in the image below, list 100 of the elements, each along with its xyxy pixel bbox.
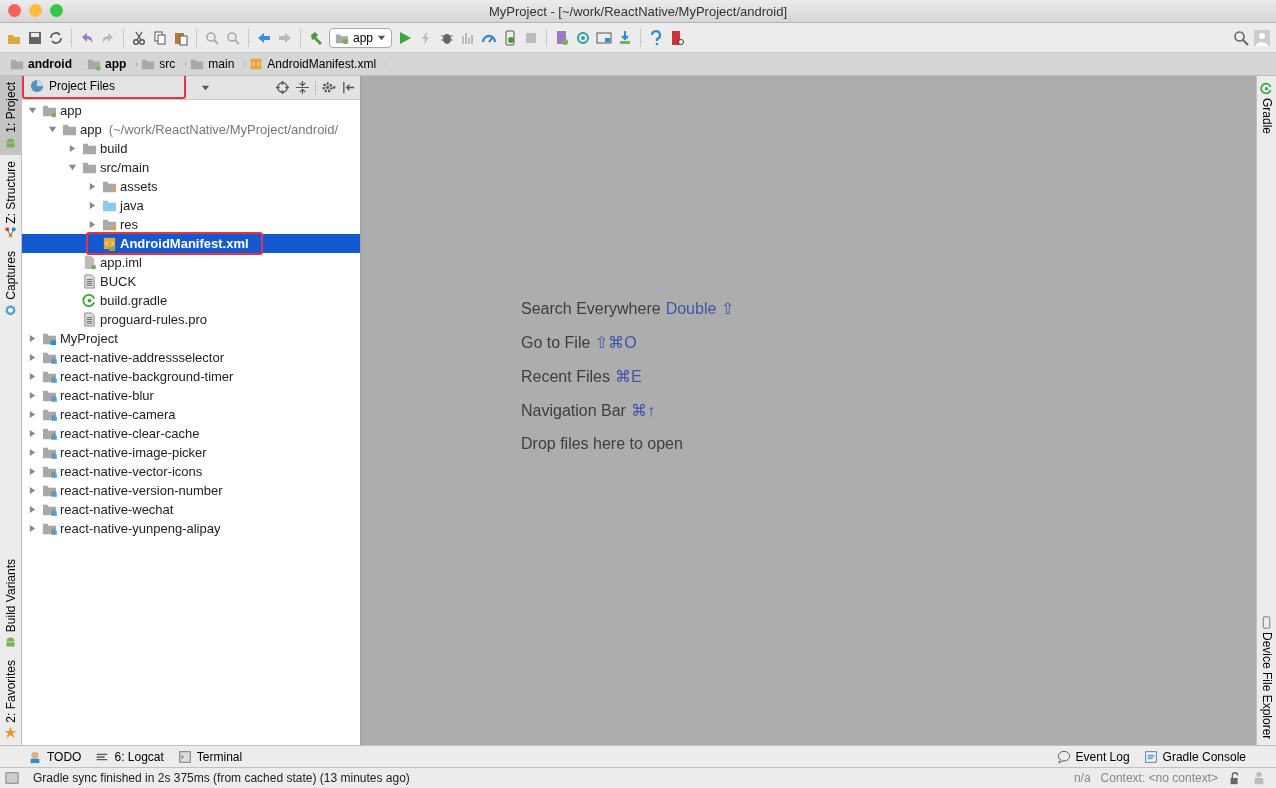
breadcrumb[interactable]: src bbox=[137, 53, 187, 75]
tree-row[interactable]: app.iml bbox=[22, 253, 360, 272]
layout-icon[interactable] bbox=[596, 29, 613, 46]
hammer-icon[interactable] bbox=[308, 29, 324, 46]
tree-row[interactable]: BUCK bbox=[22, 272, 360, 291]
xml-file-icon bbox=[102, 236, 117, 251]
editor-hint: Navigation Bar ⌘↑ bbox=[521, 400, 656, 420]
tool-window-tab[interactable]: Terminal bbox=[177, 749, 243, 764]
copy-icon[interactable] bbox=[152, 29, 168, 46]
tool-window-tab[interactable]: Gradle bbox=[1257, 76, 1276, 141]
cut-icon[interactable] bbox=[131, 29, 147, 46]
tree-row[interactable]: react-native-vector-icons bbox=[22, 462, 360, 481]
file-icon bbox=[82, 312, 97, 327]
tree-row[interactable]: AndroidManifest.xml bbox=[22, 234, 360, 253]
expand-arrow-icon[interactable] bbox=[28, 391, 37, 400]
tree-row[interactable]: react-native-image-picker bbox=[22, 443, 360, 462]
tree-row[interactable]: MyProject bbox=[22, 329, 360, 348]
folder-icon bbox=[42, 388, 57, 403]
expand-arrow-icon[interactable] bbox=[28, 467, 37, 476]
save-icon[interactable] bbox=[27, 29, 43, 46]
tree-row[interactable]: react-native-background-timer bbox=[22, 367, 360, 386]
tool-window-tab[interactable]: 2: Favorites bbox=[0, 654, 21, 745]
folder-icon bbox=[42, 521, 57, 536]
folder-icon bbox=[42, 369, 57, 384]
tree-row[interactable]: assets bbox=[22, 177, 360, 196]
tree-item-label: MyProject bbox=[60, 331, 118, 346]
tool-window-tab[interactable]: Build Variants bbox=[0, 553, 21, 655]
xml-file-icon bbox=[249, 57, 264, 71]
tool-window-tab[interactable]: Device File Explorer bbox=[1257, 609, 1276, 745]
tool-window-tab[interactable]: Gradle Console bbox=[1143, 749, 1246, 764]
android-icon bbox=[4, 635, 17, 649]
tree-item-label: proguard-rules.pro bbox=[100, 312, 207, 327]
folder-icon bbox=[62, 122, 77, 137]
close-button[interactable] bbox=[8, 4, 21, 17]
tool-window-tab[interactable]: TODO bbox=[28, 749, 82, 764]
settings-icon[interactable] bbox=[321, 80, 336, 95]
expand-arrow-icon[interactable] bbox=[28, 353, 37, 362]
folder-icon bbox=[42, 350, 57, 365]
window-title: MyProject - [~/work/ReactNative/MyProject/android] bbox=[489, 3, 787, 19]
breadcrumb[interactable]: AndroidManifest.xml bbox=[245, 53, 388, 75]
tree-row[interactable]: react-native-version-number bbox=[22, 481, 360, 500]
speech-bubble-icon bbox=[1056, 749, 1071, 764]
breadcrumb[interactable]: android bbox=[6, 53, 83, 75]
expand-arrow-icon[interactable] bbox=[28, 524, 37, 533]
tool-window-tab[interactable]: Event Log bbox=[1056, 749, 1130, 764]
tree-row[interactable]: build bbox=[22, 139, 360, 158]
file-icon bbox=[82, 255, 97, 270]
tree-item-label: build.gradle bbox=[100, 293, 168, 308]
tool-window-tab[interactable]: Captures bbox=[0, 245, 21, 323]
expand-arrow-icon[interactable] bbox=[28, 410, 37, 419]
expand-arrow-icon[interactable] bbox=[28, 505, 37, 514]
hide-panel-icon[interactable] bbox=[341, 80, 356, 95]
tree-row[interactable]: app bbox=[22, 101, 360, 120]
expand-arrow-icon[interactable] bbox=[28, 448, 37, 457]
expand-arrow-icon[interactable] bbox=[68, 163, 77, 172]
expand-arrow-icon[interactable] bbox=[28, 486, 37, 495]
tree-row[interactable]: src/main bbox=[22, 158, 360, 177]
dropdown-caret-icon[interactable] bbox=[201, 83, 210, 92]
search-icon[interactable] bbox=[1233, 29, 1249, 46]
tree-row[interactable]: java bbox=[22, 196, 360, 215]
tree-item-label: app.iml bbox=[100, 255, 142, 270]
zoom-button[interactable] bbox=[50, 4, 63, 17]
sync-icon[interactable] bbox=[48, 29, 64, 46]
tree-row[interactable]: react-native-wechat bbox=[22, 500, 360, 519]
expand-arrow-icon[interactable] bbox=[88, 220, 97, 229]
folder-icon bbox=[10, 57, 24, 71]
tree-row[interactable]: build.gradle bbox=[22, 291, 360, 310]
folder-icon bbox=[102, 217, 117, 232]
tree-row[interactable]: react-native-yunpeng-alipay bbox=[22, 519, 360, 538]
tree-item-label: react-native-vector-icons bbox=[60, 464, 203, 479]
phone-icon bbox=[1260, 615, 1273, 629]
tree-row[interactable]: react-native-clear-cache bbox=[22, 424, 360, 443]
tree-item-label: java bbox=[120, 198, 144, 213]
expand-arrow-icon[interactable] bbox=[28, 372, 37, 381]
breadcrumb[interactable]: app bbox=[83, 53, 138, 75]
tree-row[interactable]: res bbox=[22, 215, 360, 234]
tool-window-tab[interactable]: 6: Logcat bbox=[95, 749, 164, 764]
tool-window-tab[interactable]: 1: Project bbox=[0, 76, 21, 155]
tool-window-tab[interactable]: Z: Structure bbox=[0, 154, 21, 246]
expand-arrow-icon[interactable] bbox=[68, 144, 77, 153]
project-view-selector[interactable]: Project Files bbox=[22, 76, 186, 99]
tree-item-label: AndroidManifest.xml bbox=[120, 236, 249, 251]
expand-arrow-icon[interactable] bbox=[88, 201, 97, 210]
expand-arrow-icon[interactable] bbox=[28, 106, 37, 115]
run-configuration-dropdown[interactable]: app bbox=[329, 27, 393, 48]
expand-arrow-icon[interactable] bbox=[28, 429, 37, 438]
tree-row[interactable]: app (~/work/ReactNative/MyProject/android/ bbox=[22, 120, 360, 139]
folder-icon bbox=[42, 483, 57, 498]
tree-row[interactable]: react-native-blur bbox=[22, 386, 360, 405]
tree-row[interactable]: react-native-camera bbox=[22, 405, 360, 424]
android-icon bbox=[4, 135, 17, 149]
crosshair-icon[interactable] bbox=[275, 80, 290, 95]
collapse-all-icon[interactable] bbox=[295, 80, 310, 95]
breadcrumb[interactable]: main bbox=[186, 53, 246, 75]
tree-row[interactable]: react-native-addressselector bbox=[22, 348, 360, 367]
expand-arrow-icon[interactable] bbox=[48, 125, 57, 134]
expand-arrow-icon[interactable] bbox=[88, 182, 97, 191]
structure-icon bbox=[4, 226, 17, 240]
expand-arrow-icon[interactable] bbox=[28, 334, 37, 343]
tree-row[interactable]: proguard-rules.pro bbox=[22, 310, 360, 329]
